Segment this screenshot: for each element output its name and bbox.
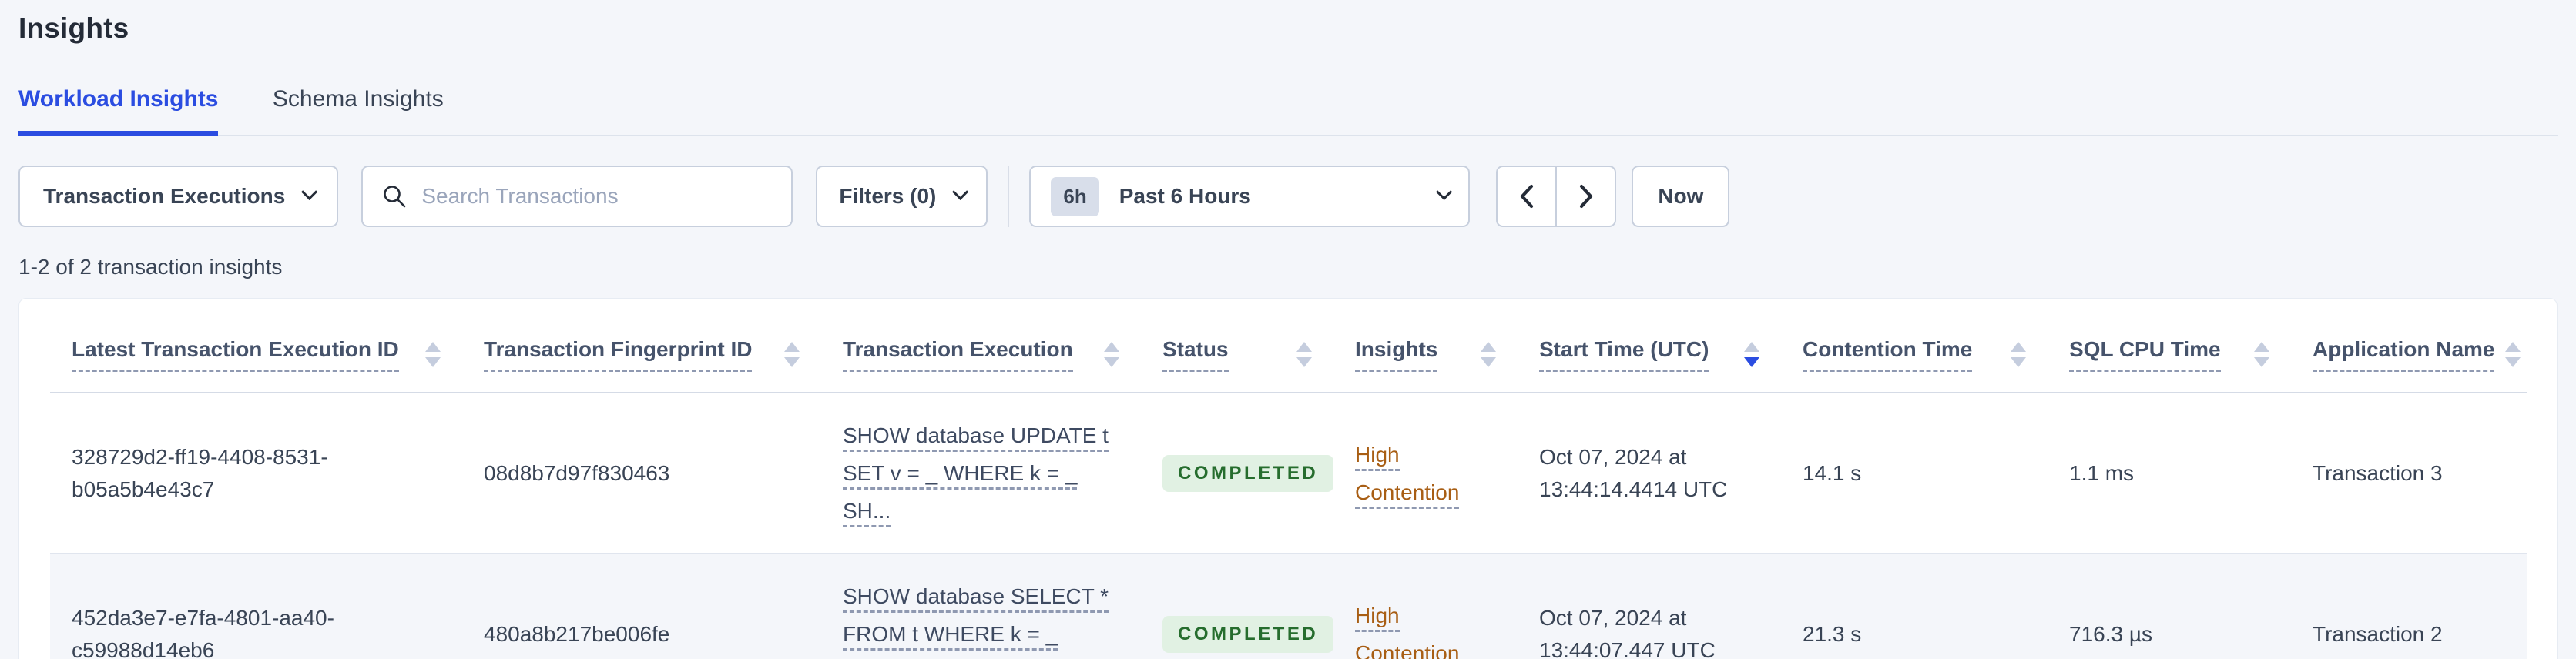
- cell-start-time: Oct 07, 2024 at 13:44:14.4414 UTC: [1518, 393, 1781, 554]
- cell-status: COMPLETED: [1141, 393, 1334, 554]
- sort-icon[interactable]: [2254, 337, 2269, 367]
- execution-type-dropdown[interactable]: Transaction Executions: [18, 166, 339, 227]
- high-contention-link[interactable]: High Contention: [1355, 603, 1460, 659]
- time-range-nav: [1496, 166, 1617, 227]
- chevron-down-icon: [1436, 183, 1453, 200]
- column-header-status[interactable]: Status: [1141, 299, 1333, 393]
- cell-fingerprint-id: 08d8b7d97f830463: [462, 393, 821, 554]
- previous-time-range-button[interactable]: [1496, 166, 1557, 227]
- column-header-transaction-fingerprint-id[interactable]: Transaction Fingerprint ID: [462, 299, 821, 393]
- sort-icon[interactable]: [1296, 337, 1312, 367]
- cell-sql-cpu-time: 1.1 ms: [2048, 393, 2291, 554]
- table-row: 452da3e7-e7fa-4801-aa40-c59988d14eb6 480…: [50, 554, 2527, 659]
- transaction-insights-table: Latest Transaction Execution ID Transact…: [50, 299, 2527, 659]
- column-header-transaction-execution[interactable]: Transaction Execution: [821, 299, 1141, 393]
- cell-insights: High Contention: [1333, 554, 1518, 659]
- sort-icon[interactable]: [2011, 337, 2026, 367]
- sort-icon[interactable]: [2505, 337, 2521, 367]
- toolbar-divider: [1008, 166, 1010, 227]
- now-button[interactable]: Now: [1632, 166, 1730, 227]
- search-icon: [384, 186, 406, 208]
- table-header-row: Latest Transaction Execution ID Transact…: [50, 299, 2527, 393]
- insights-table-card: Latest Transaction Execution ID Transact…: [18, 298, 2558, 659]
- high-contention-link[interactable]: High Contention: [1355, 442, 1460, 509]
- time-range-badge: 6h: [1051, 176, 1099, 216]
- column-header-application-name[interactable]: Application Name: [2291, 299, 2527, 393]
- chevron-right-icon: [1579, 184, 1592, 209]
- column-header-sql-cpu-time[interactable]: SQL CPU Time: [2048, 299, 2291, 393]
- cell-transaction-execution: SHOW database UPDATE t SET v = _ WHERE k…: [821, 393, 1141, 554]
- table-row: 328729d2-ff19-4408-8531-b05a5b4e43c7 08d…: [50, 393, 2527, 554]
- time-range-dropdown[interactable]: 6h Past 6 Hours: [1029, 166, 1471, 227]
- sort-icon[interactable]: [425, 337, 441, 367]
- cell-insights: High Contention: [1333, 393, 1518, 554]
- results-summary: 1-2 of 2 transaction insights: [18, 255, 283, 279]
- column-header-insights[interactable]: Insights: [1333, 299, 1518, 393]
- column-header-latest-transaction-execution-id[interactable]: Latest Transaction Execution ID: [50, 299, 462, 393]
- next-time-range-button[interactable]: [1556, 166, 1617, 227]
- search-input[interactable]: [421, 184, 773, 209]
- cell-latest-execution-id: 328729d2-ff19-4408-8531-b05a5b4e43c7: [50, 393, 462, 554]
- insights-page: Insights Workload Insights Schema Insigh…: [0, 0, 2576, 659]
- sort-icon[interactable]: [1481, 337, 1496, 367]
- tab-schema-insights[interactable]: Schema Insights: [273, 86, 444, 131]
- time-range-label: Past 6 Hours: [1119, 184, 1251, 208]
- cell-latest-execution-id: 452da3e7-e7fa-4801-aa40-c59988d14eb6: [50, 554, 462, 659]
- filters-button[interactable]: Filters (0): [816, 166, 988, 227]
- chevron-down-icon: [301, 183, 318, 200]
- chevron-left-icon: [1520, 184, 1533, 209]
- cell-fingerprint-id: 480a8b217be006fe: [462, 554, 821, 659]
- cell-start-time: Oct 07, 2024 at 13:44:07.447 UTC: [1518, 554, 1781, 659]
- toolbar: Transaction Executions Filters (0) 6h Pa…: [18, 166, 2558, 227]
- cell-application-name: Transaction 2: [2291, 554, 2527, 659]
- search-box[interactable]: [361, 166, 793, 227]
- execution-type-label: Transaction Executions: [43, 184, 286, 208]
- transaction-execution-link[interactable]: SHOW database SELECT * FROM t WHERE k = …: [843, 584, 1109, 659]
- cell-application-name: Transaction 3: [2291, 393, 2527, 554]
- column-header-contention-time[interactable]: Contention Time: [1781, 299, 2048, 393]
- cell-transaction-execution: SHOW database SELECT * FROM t WHERE k = …: [821, 554, 1141, 659]
- transaction-execution-link[interactable]: SHOW database UPDATE t SET v = _ WHERE k…: [843, 423, 1109, 527]
- status-badge: COMPLETED: [1162, 454, 1334, 492]
- cell-contention-time: 14.1 s: [1781, 393, 2048, 554]
- cell-contention-time: 21.3 s: [1781, 554, 2048, 659]
- column-header-start-time[interactable]: Start Time (UTC): [1518, 299, 1781, 393]
- status-badge: COMPLETED: [1162, 615, 1334, 653]
- page-title: Insights: [18, 12, 129, 44]
- sort-icon[interactable]: [784, 337, 800, 367]
- filters-label: Filters (0): [839, 184, 937, 208]
- chevron-down-icon: [952, 183, 969, 200]
- cell-status: COMPLETED: [1141, 554, 1334, 659]
- sort-icon[interactable]: [1104, 337, 1119, 367]
- cell-sql-cpu-time: 716.3 µs: [2048, 554, 2291, 659]
- tab-workload-insights[interactable]: Workload Insights: [18, 86, 219, 136]
- sort-icon-active-desc[interactable]: [1744, 337, 1759, 367]
- now-button-label: Now: [1658, 184, 1704, 208]
- tab-bar: Workload Insights Schema Insights: [18, 86, 2558, 136]
